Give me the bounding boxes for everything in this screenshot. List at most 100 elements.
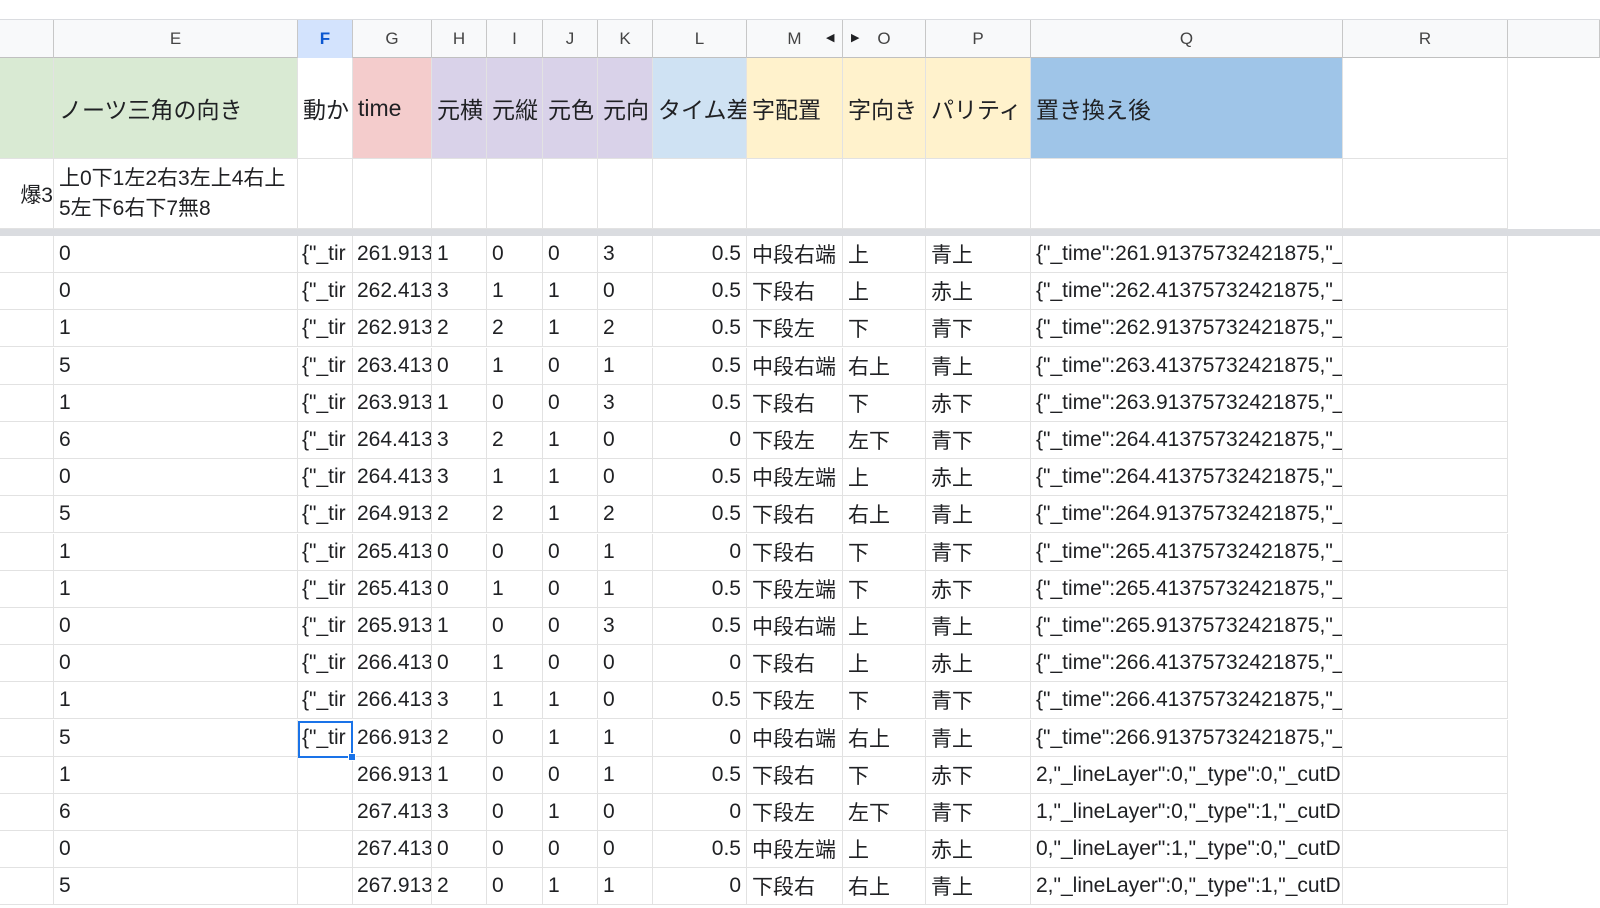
cell-p[interactable]: 青下 [926, 682, 1031, 719]
cell-i[interactable]: 0 [487, 534, 543, 571]
cell-o[interactable] [843, 159, 926, 229]
cell-f[interactable]: {"_tir [298, 496, 353, 533]
cell-h[interactable]: 3 [432, 682, 487, 719]
cell-r[interactable] [1343, 682, 1508, 719]
cell-i[interactable]: 1 [487, 348, 543, 385]
column-header-r[interactable]: R [1343, 20, 1508, 58]
cell-l[interactable]: 0.5 [653, 273, 747, 310]
cell-m[interactable]: 下段左 [747, 794, 843, 831]
cell-l[interactable]: 0.5 [653, 348, 747, 385]
cell-q[interactable]: {"_time":263.91375732421875,"_lineIndex"… [1031, 385, 1343, 422]
cell-f[interactable]: {"_tir [298, 608, 353, 645]
cell-e[interactable]: 1 [54, 682, 298, 719]
cell-g[interactable]: 267.913 [353, 868, 432, 905]
cell-h[interactable]: 1 [432, 236, 487, 273]
cell-a[interactable] [0, 571, 54, 608]
cell-e[interactable]: 0 [54, 459, 298, 496]
cell-o[interactable]: 下 [843, 682, 926, 719]
cell-p[interactable]: 青上 [926, 720, 1031, 757]
cell-i[interactable]: 0 [487, 385, 543, 422]
cell-m[interactable]: 下段左 [747, 422, 843, 459]
cell-k[interactable]: 2 [598, 496, 653, 533]
cell-e[interactable]: 6 [54, 422, 298, 459]
cell-g[interactable]: time [353, 58, 432, 159]
cell-f[interactable]: 動か [298, 58, 353, 159]
cell-k[interactable]: 3 [598, 385, 653, 422]
cell-a[interactable] [0, 459, 54, 496]
cell-l[interactable]: 0 [653, 868, 747, 905]
cell-i[interactable]: 0 [487, 236, 543, 273]
cell-f[interactable]: {"_tir [298, 348, 353, 385]
cell-j[interactable]: 0 [543, 236, 598, 273]
cell-r[interactable] [1343, 385, 1508, 422]
cell-h[interactable]: 2 [432, 868, 487, 905]
cell-l[interactable]: 0.5 [653, 608, 747, 645]
cell-g[interactable]: 267.413 [353, 794, 432, 831]
cell-m[interactable]: 下段右 [747, 757, 843, 794]
cell-e[interactable]: 1 [54, 310, 298, 347]
cell-j[interactable]: 1 [543, 459, 598, 496]
cell-l[interactable]: 0.5 [653, 831, 747, 868]
cell-a[interactable] [0, 348, 54, 385]
column-header-e[interactable]: E [54, 20, 298, 58]
cell-r[interactable] [1343, 236, 1508, 273]
cell-j[interactable]: 1 [543, 422, 598, 459]
cell-e[interactable]: 5 [54, 496, 298, 533]
cell-r[interactable] [1343, 831, 1508, 868]
cell-e[interactable]: 1 [54, 534, 298, 571]
cell-q[interactable]: {"_time":266.41375732421875,"_lineIndex"… [1031, 645, 1343, 682]
cell-p[interactable]: 青上 [926, 236, 1031, 273]
cell-f[interactable]: {"_tir [298, 310, 353, 347]
cell-m[interactable] [747, 159, 843, 229]
cell-r[interactable] [1343, 310, 1508, 347]
cell-j[interactable]: 0 [543, 831, 598, 868]
cell-q[interactable]: {"_time":264.41375732421875,"_lineIndex"… [1031, 422, 1343, 459]
cell-a[interactable] [0, 534, 54, 571]
cell-q[interactable]: {"_time":262.91375732421875,"_lineIndex"… [1031, 310, 1343, 347]
cell-g[interactable]: 265.913 [353, 608, 432, 645]
cell-i[interactable]: 0 [487, 794, 543, 831]
cell-g[interactable]: 263.913 [353, 385, 432, 422]
cell-f[interactable]: {"_tir [298, 571, 353, 608]
cell-i[interactable]: 2 [487, 496, 543, 533]
cell-g[interactable]: 264.413 [353, 422, 432, 459]
cell-a[interactable] [0, 236, 54, 273]
cell-a[interactable] [0, 757, 54, 794]
cell-l[interactable]: 0.5 [653, 682, 747, 719]
cell-k[interactable]: 0 [598, 422, 653, 459]
cell-q[interactable]: 2,"_lineLayer":0,"_type":0,"_cutDirectio… [1031, 757, 1343, 794]
cell-r[interactable] [1343, 757, 1508, 794]
cell-g[interactable]: 262.913 [353, 310, 432, 347]
cell-k[interactable]: 元向 [598, 58, 653, 159]
cell-r[interactable] [1343, 58, 1508, 159]
cell-l[interactable]: 0.5 [653, 571, 747, 608]
cell-k[interactable]: 0 [598, 273, 653, 310]
cell-e[interactable]: 0 [54, 236, 298, 273]
cell-r[interactable] [1343, 534, 1508, 571]
cell-a[interactable] [0, 496, 54, 533]
cell-q[interactable]: 0,"_lineLayer":1,"_type":0,"_cutDirectio… [1031, 831, 1343, 868]
cell-i[interactable]: 1 [487, 645, 543, 682]
cell-j[interactable]: 0 [543, 534, 598, 571]
cell-q[interactable]: {"_time":264.41375732421875,"_lineIndex"… [1031, 459, 1343, 496]
cell-e[interactable]: 1 [54, 757, 298, 794]
cell-e[interactable]: 0 [54, 608, 298, 645]
cell-o[interactable]: 右上 [843, 496, 926, 533]
cell-r[interactable] [1343, 496, 1508, 533]
cell-j[interactable]: 0 [543, 385, 598, 422]
cell-j[interactable]: 0 [543, 757, 598, 794]
cell-k[interactable]: 1 [598, 571, 653, 608]
cell-k[interactable]: 0 [598, 794, 653, 831]
cell-f[interactable] [298, 868, 353, 905]
cell-e[interactable]: 1 [54, 571, 298, 608]
cell-l[interactable]: 0.5 [653, 757, 747, 794]
cell-h[interactable]: 2 [432, 310, 487, 347]
cell-q[interactable] [1031, 159, 1343, 229]
cell-f[interactable] [298, 159, 353, 229]
cell-f[interactable]: {"_tir [298, 273, 353, 310]
cell-o[interactable]: 下 [843, 757, 926, 794]
cell-m[interactable]: 下段左 [747, 682, 843, 719]
column-header-f[interactable]: F [298, 20, 353, 58]
cell-h[interactable] [432, 159, 487, 229]
cell-g[interactable]: 262.413 [353, 273, 432, 310]
